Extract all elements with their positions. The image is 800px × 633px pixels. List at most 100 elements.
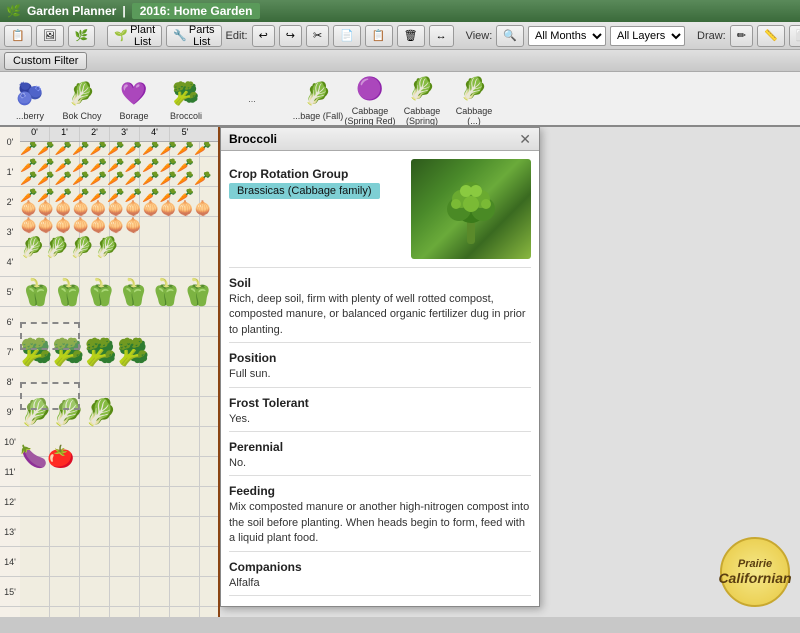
frost-content: Yes. bbox=[229, 412, 531, 427]
plant-name-0: ...berry bbox=[16, 112, 44, 122]
plant-item-7[interactable]: 🥬 Cabbage (...) bbox=[448, 72, 500, 126]
watermark-line2: Californian bbox=[718, 570, 791, 586]
spacing-title: Spacing bbox=[229, 604, 531, 607]
broccoli-svg bbox=[431, 169, 511, 249]
app-icon: 🌿 bbox=[6, 4, 21, 18]
garden-name: 2016: Home Garden bbox=[132, 3, 261, 19]
plant-row-3: 🥬🥬🥬🥬 bbox=[20, 232, 120, 262]
plant-icon-3: 🥦 bbox=[168, 76, 204, 112]
row-labels: 0' 1' 2' 3' 4' 5' 6' 7' 8' 9' 10' 11' 12… bbox=[0, 127, 20, 617]
plant-icon-1: 🥬 bbox=[64, 76, 100, 112]
plant-toolbar: 🫐 ...berry 🥬 Bok Choy 💜 Borage 🥦 Broccol… bbox=[0, 72, 800, 127]
spacer-1: ... bbox=[212, 94, 292, 104]
info-panel-wrapper: Broccoli ✕ Crop Rotation Group Brassicas… bbox=[220, 127, 800, 617]
row-label-15: 15' bbox=[0, 577, 20, 607]
row-label-1: 1' bbox=[0, 157, 20, 187]
popup-title: Broccoli bbox=[229, 132, 277, 146]
plant-row-7: 🍆 🍅 bbox=[20, 442, 75, 472]
crop-rotation-title: Crop Rotation Group bbox=[229, 167, 403, 181]
pencil-btn[interactable]: ✏ bbox=[730, 25, 753, 47]
edit-label: Edit: bbox=[226, 30, 248, 42]
plant-carrot-row0: 🥕🥕🥕🥕🥕🥕🥕🥕🥕🥕🥕🥕🥕🥕🥕🥕🥕🥕🥕🥕🥕 bbox=[20, 140, 218, 174]
icon-btn-1[interactable]: 📋 bbox=[4, 25, 32, 47]
app-name: Garden Planner bbox=[27, 4, 116, 18]
plant-name-4: ...bage (Fall) bbox=[293, 112, 344, 122]
plant-item-3[interactable]: 🥦 Broccoli bbox=[160, 76, 212, 122]
popup-top-section: Crop Rotation Group Brassicas (Cabbage f… bbox=[229, 159, 531, 259]
soil-title: Soil bbox=[229, 276, 531, 290]
frost-title: Frost Tolerant bbox=[229, 396, 531, 410]
popup-image-col bbox=[411, 159, 531, 259]
plant-icon-7: 🥬 bbox=[456, 72, 492, 107]
parts-list-btn[interactable]: 🔧 Parts List bbox=[166, 25, 221, 47]
plant-pepper-row4: 🫑🫑🫑🫑🫑🫑 bbox=[20, 277, 214, 308]
plant-row-0: 🥕🥕🥕🥕🥕🥕🥕🥕🥕🥕🥕🥕🥕🥕🥕🥕🥕🥕🥕🥕🥕 bbox=[20, 142, 218, 172]
zoom-btn[interactable]: 🔍 bbox=[496, 25, 524, 47]
plant-item-1[interactable]: 🥬 Bok Choy bbox=[56, 76, 108, 122]
watermark-badge: Prairie Californian bbox=[720, 537, 790, 607]
plant-icon-5: 🟣 bbox=[352, 72, 388, 107]
popup-close-btn[interactable]: ✕ bbox=[519, 132, 531, 146]
content-area: 0' 1' 2' 3' 4' 5' 6' 7' 8' 9' 10' 11' 12… bbox=[0, 127, 800, 617]
companions-content: Alfalfa bbox=[229, 576, 531, 591]
perennial-title: Perennial bbox=[229, 440, 531, 454]
row-label-14: 14' bbox=[0, 547, 20, 577]
plant-item-6[interactable]: 🥬 Cabbage (Spring) bbox=[396, 72, 448, 126]
rect-btn[interactable]: ⬜ bbox=[789, 25, 800, 47]
plant-name-3: Broccoli bbox=[170, 112, 202, 122]
broccoli-photo bbox=[411, 159, 531, 259]
plant-item-4[interactable]: 🥬 ...bage (Fall) bbox=[292, 76, 344, 122]
row-label-16: 16' bbox=[0, 607, 20, 617]
popup-content: Crop Rotation Group Brassicas (Cabbage f… bbox=[221, 151, 539, 607]
plant-row-1: 🥕🥕🥕🥕🥕🥕🥕🥕🥕🥕🥕🥕🥕🥕🥕🥕🥕🥕🥕🥕🥕 bbox=[20, 172, 218, 202]
plant-row-4: 🫑🫑🫑🫑🫑🫑 bbox=[20, 262, 214, 322]
plant-item-2[interactable]: 💜 Borage bbox=[108, 76, 160, 122]
custom-filter-btn[interactable]: Custom Filter bbox=[4, 52, 87, 70]
row-label-7: 7' bbox=[0, 337, 20, 367]
row-label-13: 13' bbox=[0, 517, 20, 547]
plant-item-5[interactable]: 🟣 Cabbage (Spring Red) bbox=[344, 72, 396, 126]
plant-list-btn[interactable]: 🌱 Plant List bbox=[107, 25, 162, 47]
redo-btn[interactable]: ↪ bbox=[279, 25, 302, 47]
plant-icon-0: 🫐 bbox=[12, 76, 48, 112]
copy-btn[interactable]: 📄 bbox=[333, 25, 361, 47]
garden-grid-inner[interactable]: 0' 1' 2' 3' 4' 5' 🥕🥕🥕🥕🥕🥕🥕🥕🥕🥕🥕🥕🥕🥕🥕🥕🥕🥕🥕🥕🥕 … bbox=[20, 127, 218, 617]
plant-name-6: Cabbage (Spring) bbox=[396, 107, 448, 127]
plant-name-7: Cabbage (...) bbox=[448, 107, 500, 127]
crop-rotation-badge: Brassicas (Cabbage family) bbox=[229, 183, 380, 199]
plant-item-0[interactable]: 🫐 ...berry bbox=[4, 76, 56, 122]
icon-btn-3[interactable]: 🌿 bbox=[68, 25, 96, 47]
plant-eggplant: 🍆 bbox=[20, 444, 47, 470]
row-label-2: 2' bbox=[0, 187, 20, 217]
row-label-0: 0' bbox=[0, 127, 20, 157]
plant-icon-4: 🥬 bbox=[300, 76, 336, 112]
row-label-4: 4' bbox=[0, 247, 20, 277]
plant-name-5: Cabbage (Spring Red) bbox=[344, 107, 396, 127]
plant-icon-6: 🥬 bbox=[404, 72, 440, 107]
undo-btn[interactable]: ↩ bbox=[252, 25, 275, 47]
plant-onion-row2: 🧅🧅🧅🧅🧅🧅🧅🧅🧅🧅🧅🧅🧅🧅🧅🧅🧅🧅 bbox=[20, 200, 218, 234]
layers-select[interactable]: All Layers bbox=[610, 26, 685, 46]
line-btn[interactable]: 📏 bbox=[757, 25, 785, 47]
title-bar: 🌿 Garden Planner | 2016: Home Garden bbox=[0, 0, 800, 22]
row-label-5: 5' bbox=[0, 277, 20, 307]
selection-box-2 bbox=[20, 382, 80, 410]
months-select[interactable]: All Months bbox=[528, 26, 606, 46]
paste-btn[interactable]: 📋 bbox=[365, 25, 393, 47]
plant-row-2: 🧅🧅🧅🧅🧅🧅🧅🧅🧅🧅🧅🧅🧅🧅🧅🧅🧅🧅 bbox=[20, 202, 218, 232]
row-label-8: 8' bbox=[0, 367, 20, 397]
icon-btn-2[interactable]: 🖼 bbox=[36, 25, 64, 47]
draw-label: Draw: bbox=[697, 30, 726, 42]
broccoli-popup: Broccoli ✕ Crop Rotation Group Brassicas… bbox=[220, 127, 540, 607]
popup-header: Broccoli ✕ bbox=[221, 128, 539, 151]
delete-btn[interactable]: 🗑 bbox=[397, 25, 425, 47]
row-label-3: 3' bbox=[0, 217, 20, 247]
cut-btn[interactable]: ✂ bbox=[306, 25, 329, 47]
row-label-6: 6' bbox=[0, 307, 20, 337]
position-content: Full sun. bbox=[229, 367, 531, 382]
row-label-9: 9' bbox=[0, 397, 20, 427]
row-label-12: 12' bbox=[0, 487, 20, 517]
plant-carrot-row1: 🥕🥕🥕🥕🥕🥕🥕🥕🥕🥕🥕🥕🥕🥕🥕🥕🥕🥕🥕🥕🥕 bbox=[20, 170, 218, 204]
flip-btn[interactable]: ↔ bbox=[429, 25, 454, 47]
feeding-title: Feeding bbox=[229, 484, 531, 498]
